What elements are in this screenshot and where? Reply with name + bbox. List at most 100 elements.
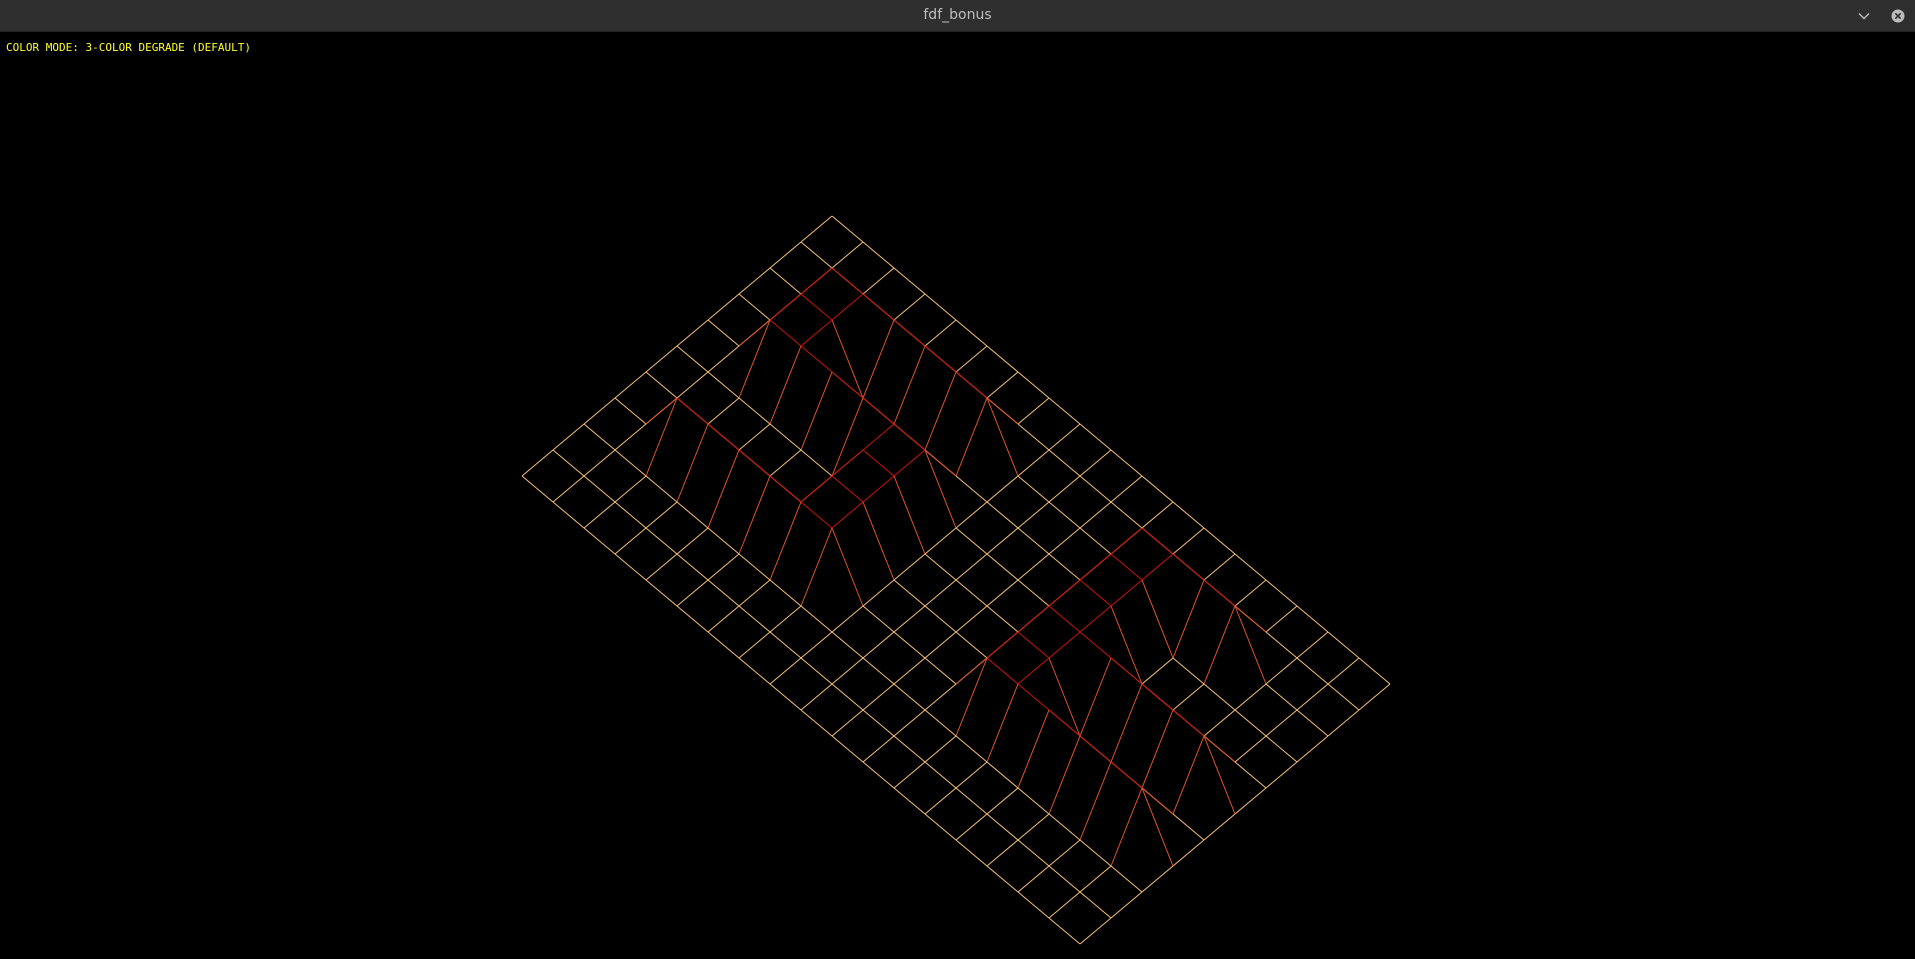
wire-segment-356 xyxy=(862,735,895,763)
wire-segment-83 xyxy=(862,319,895,399)
wire-segment-296 xyxy=(583,423,616,451)
wire-segment-342 xyxy=(645,553,678,581)
wire-segment-345 xyxy=(738,605,771,633)
wire-segment-365 xyxy=(1048,865,1081,893)
wire-segment-268 xyxy=(707,449,740,529)
wire-segment-199 xyxy=(893,475,926,555)
wire-segment-367 xyxy=(1079,891,1112,919)
wire-segment-80 xyxy=(862,293,895,321)
wire-segment-259 xyxy=(614,397,647,425)
wire-segment-206 xyxy=(955,605,988,633)
wire-segment-26 xyxy=(1234,553,1267,581)
wire-segment-328 xyxy=(1079,839,1112,867)
wire-segment-99 xyxy=(1110,527,1143,555)
wire-segment-7 xyxy=(893,293,926,321)
wire-segment-355 xyxy=(893,735,926,763)
wire-segment-20 xyxy=(1141,475,1174,503)
wire-segment-188 xyxy=(676,371,709,399)
wire-segment-292 xyxy=(1079,761,1112,841)
wire-segment-84 xyxy=(924,345,957,373)
wire-segment-130 xyxy=(986,527,1019,555)
wire-segment-332 xyxy=(1110,891,1143,919)
wire-segment-151 xyxy=(707,345,740,373)
wire-segment-219 xyxy=(1203,735,1236,815)
wire-segment-284 xyxy=(955,657,988,737)
wire-segment-37 xyxy=(800,241,833,269)
wire-segment-270 xyxy=(738,475,771,555)
wire-segment-32 xyxy=(1327,631,1360,659)
wire-segment-127 xyxy=(986,501,1019,529)
wire-segment-209 xyxy=(1048,605,1081,633)
wire-segment-15 xyxy=(1017,397,1050,425)
wire-segment-31 xyxy=(1265,605,1298,633)
wire-segment-318 xyxy=(924,709,957,737)
wire-segment-266 xyxy=(676,423,709,503)
wire-segment-13 xyxy=(986,371,1019,399)
wire-segment-128 xyxy=(955,501,988,529)
wire-segment-136 xyxy=(1079,553,1112,581)
wire-segment-379 xyxy=(800,709,833,737)
wire-segment-55 xyxy=(1079,475,1112,503)
wire-segment-267 xyxy=(738,449,771,477)
wire-segment-353 xyxy=(862,709,895,737)
wire-segment-6 xyxy=(924,293,957,321)
wire-segment-174 xyxy=(1110,605,1143,685)
wire-segment-283 xyxy=(986,657,1019,685)
wire-segment-201 xyxy=(924,553,957,581)
wire-segment-215 xyxy=(1141,683,1174,711)
wire-segment-203 xyxy=(955,579,988,607)
wire-segment-74 xyxy=(769,267,802,295)
wire-segment-109 xyxy=(1265,709,1298,737)
wire-segment-312 xyxy=(831,631,864,659)
wire-segment-90 xyxy=(1017,475,1050,503)
wire-segment-105 xyxy=(1203,605,1236,685)
wire-segment-11 xyxy=(955,345,988,373)
wire-segment-147 xyxy=(1265,761,1298,789)
wire-segment-280 xyxy=(893,657,926,685)
wire-segment-307 xyxy=(707,553,740,581)
wire-segment-354 xyxy=(831,709,864,737)
wire-segment-383 xyxy=(924,813,957,841)
wire-segment-14 xyxy=(1048,397,1081,425)
wire-segment-138 xyxy=(1110,579,1143,607)
wire-segment-175 xyxy=(1079,605,1112,633)
wire-segment-315 xyxy=(831,657,864,685)
wire-segment-110 xyxy=(1296,735,1329,763)
wire-segment-202 xyxy=(893,553,926,581)
wire-segment-200 xyxy=(862,475,895,503)
wire-segment-337 xyxy=(614,501,647,529)
wire-segment-100 xyxy=(1172,553,1205,581)
wire-segment-29 xyxy=(1234,579,1267,607)
wire-segment-243 xyxy=(924,631,957,659)
wire-segment-302 xyxy=(676,501,709,529)
wire-segment-78 xyxy=(831,267,864,295)
wire-segment-192 xyxy=(738,423,771,451)
wire-segment-142 xyxy=(1172,683,1205,711)
wire-segment-358 xyxy=(893,761,926,789)
wire-segment-143 xyxy=(1234,709,1267,737)
wire-segment-301 xyxy=(614,475,647,503)
wire-segment-111 xyxy=(738,293,771,321)
wire-segment-159 xyxy=(831,397,864,477)
wire-segment-194 xyxy=(769,449,802,477)
wire-segment-21 xyxy=(1110,475,1143,503)
wire-segment-211 xyxy=(1079,631,1112,659)
wire-segment-148 xyxy=(707,319,740,347)
wire-segment-12 xyxy=(1017,371,1050,399)
wire-segment-371 xyxy=(552,501,585,529)
wire-segment-169 xyxy=(986,579,1019,607)
wire-segment-145 xyxy=(1265,735,1298,763)
wire-segment-305 xyxy=(676,527,709,555)
wire-segment-86 xyxy=(955,371,988,399)
wire-segment-339 xyxy=(645,527,678,555)
wire-segment-165 xyxy=(924,527,957,555)
wire-segment-269 xyxy=(769,475,802,503)
wire-segment-1 xyxy=(800,215,833,243)
wire-segment-87 xyxy=(924,371,957,451)
wire-segment-104 xyxy=(1234,605,1267,685)
wire-segment-132 xyxy=(1017,553,1050,581)
wire-segment-317 xyxy=(862,683,895,711)
wire-segment-316 xyxy=(893,683,926,711)
wire-segment-173 xyxy=(1048,579,1081,607)
wire-segment-106 xyxy=(1265,683,1298,711)
